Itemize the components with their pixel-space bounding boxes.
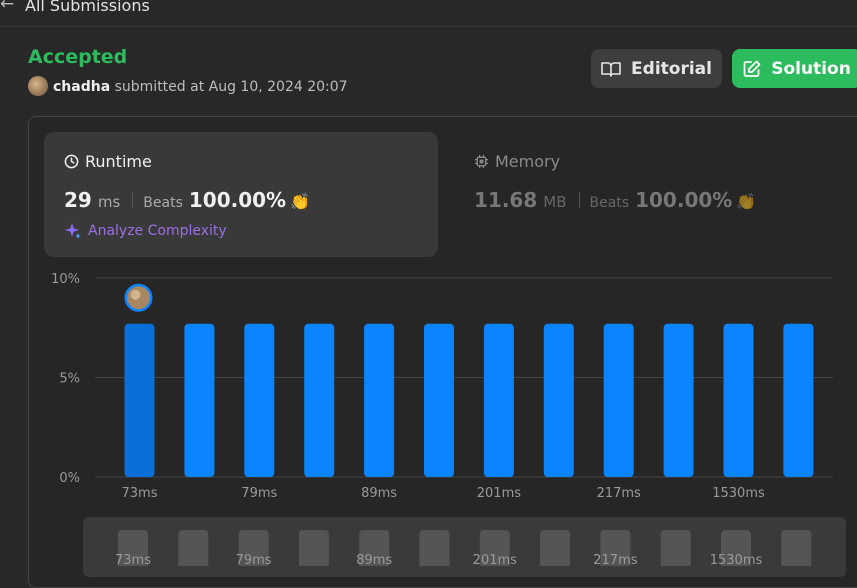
bar-210ms[interactable]	[543, 323, 574, 477]
bar-95ms[interactable]	[424, 323, 454, 477]
memory-metrics: 11.68 MB Beats 100.00% 👏	[474, 188, 756, 212]
bar-89ms[interactable]	[364, 323, 395, 477]
range-overview-chart[interactable]: 73ms 79ms 89ms 201ms 217ms 1530ms	[0, 517, 857, 566]
bar-217ms[interactable]	[603, 323, 634, 477]
overview-bar	[660, 530, 691, 566]
runtime-title-label: Runtime	[85, 152, 152, 171]
submitted-at-text: submitted at Aug 10, 2024 20:07	[114, 79, 348, 95]
submission-status: Accepted	[28, 46, 128, 68]
editorial-label: Editorial	[631, 58, 712, 79]
overview-bar	[419, 530, 450, 566]
y-tick-label: 5%	[59, 372, 80, 387]
runtime-beats-value: 100.00%	[188, 188, 287, 212]
x-tick-label: 89ms	[361, 486, 397, 501]
runtime-beats-label: Beats	[143, 195, 183, 211]
y-tick-label: 0%	[59, 471, 80, 486]
runtime-distribution-chart[interactable]: 0% 5% 10% 73ms 79ms 89ms 201ms 217ms 1530ms	[0, 260, 857, 510]
bar-1530ms[interactable]	[723, 323, 754, 477]
x-tick-label: 1530ms	[712, 486, 765, 501]
overview-tick-label: 217ms	[593, 553, 637, 566]
x-tick-label: 79ms	[241, 486, 277, 501]
memory-value: 11.68	[474, 188, 538, 212]
overview-tick-label: 79ms	[236, 553, 272, 566]
book-open-icon	[601, 61, 621, 77]
arrow-left-icon[interactable]: ←	[0, 0, 14, 14]
x-tick-label: 217ms	[597, 486, 641, 501]
x-tick-label: 201ms	[477, 486, 521, 501]
bar-201ms[interactable]	[483, 323, 514, 477]
submission-meta: chadha submitted at Aug 10, 2024 20:07	[53, 79, 348, 95]
bar-79ms[interactable]	[244, 323, 275, 477]
runtime-title: Runtime	[64, 152, 152, 171]
all-submissions-link[interactable]: All Submissions	[25, 0, 150, 15]
memory-title: Memory	[474, 152, 560, 171]
sparkle-icon	[65, 223, 81, 239]
bar-82ms[interactable]	[304, 323, 335, 477]
overview-tick-label: 1530ms	[710, 553, 763, 566]
editorial-button[interactable]: Editorial	[591, 49, 722, 88]
your-submission-marker[interactable]	[124, 283, 153, 312]
memory-card[interactable]: Memory 11.68 MB Beats 100.00% 👏	[458, 132, 852, 257]
runtime-value: 29	[64, 188, 92, 212]
username-link[interactable]: chadha	[53, 79, 110, 95]
divider	[132, 192, 134, 208]
solution-button[interactable]: Solution	[732, 49, 857, 88]
bar-530ms[interactable]	[663, 323, 694, 477]
overview-bar	[298, 530, 329, 566]
memory-beats-label: Beats	[589, 195, 630, 211]
solution-label: Solution	[771, 58, 851, 79]
overview-tick-label: 89ms	[356, 553, 392, 566]
bar-73ms[interactable]	[124, 323, 155, 477]
analyze-complexity-label: Analyze Complexity	[88, 223, 227, 239]
overview-bar	[781, 530, 812, 566]
clapping-hands-icon: 👏	[736, 192, 757, 211]
edit-icon	[743, 60, 761, 77]
y-tick-label: 10%	[51, 272, 80, 287]
runtime-metrics: 29 ms Beats 100.00% 👏	[64, 188, 310, 212]
avatar-highlight	[130, 289, 141, 300]
overview-bar	[178, 530, 209, 566]
overview-bar	[540, 530, 571, 566]
memory-unit: MB	[543, 193, 567, 211]
divider	[578, 192, 580, 208]
x-tick-label: 73ms	[122, 486, 158, 501]
runtime-card[interactable]: Runtime 29 ms Beats 100.00% 👏 Analyze Co…	[44, 132, 438, 257]
runtime-unit: ms	[97, 193, 121, 211]
clock-icon	[64, 154, 79, 169]
clapping-hands-icon: 👏	[290, 192, 311, 211]
analyze-complexity-link[interactable]: Analyze Complexity	[64, 222, 227, 240]
overview-tick-label: 73ms	[115, 553, 151, 566]
avatar[interactable]	[28, 76, 48, 96]
memory-title-label: Memory	[495, 152, 561, 171]
bar-76ms[interactable]	[184, 323, 215, 477]
bar-1600ms[interactable]	[783, 323, 814, 477]
top-bar: ← All Submissions	[0, 0, 857, 27]
chip-icon	[474, 154, 489, 169]
overview-tick-label: 201ms	[473, 553, 517, 566]
memory-beats-value: 100.00%	[635, 188, 733, 212]
